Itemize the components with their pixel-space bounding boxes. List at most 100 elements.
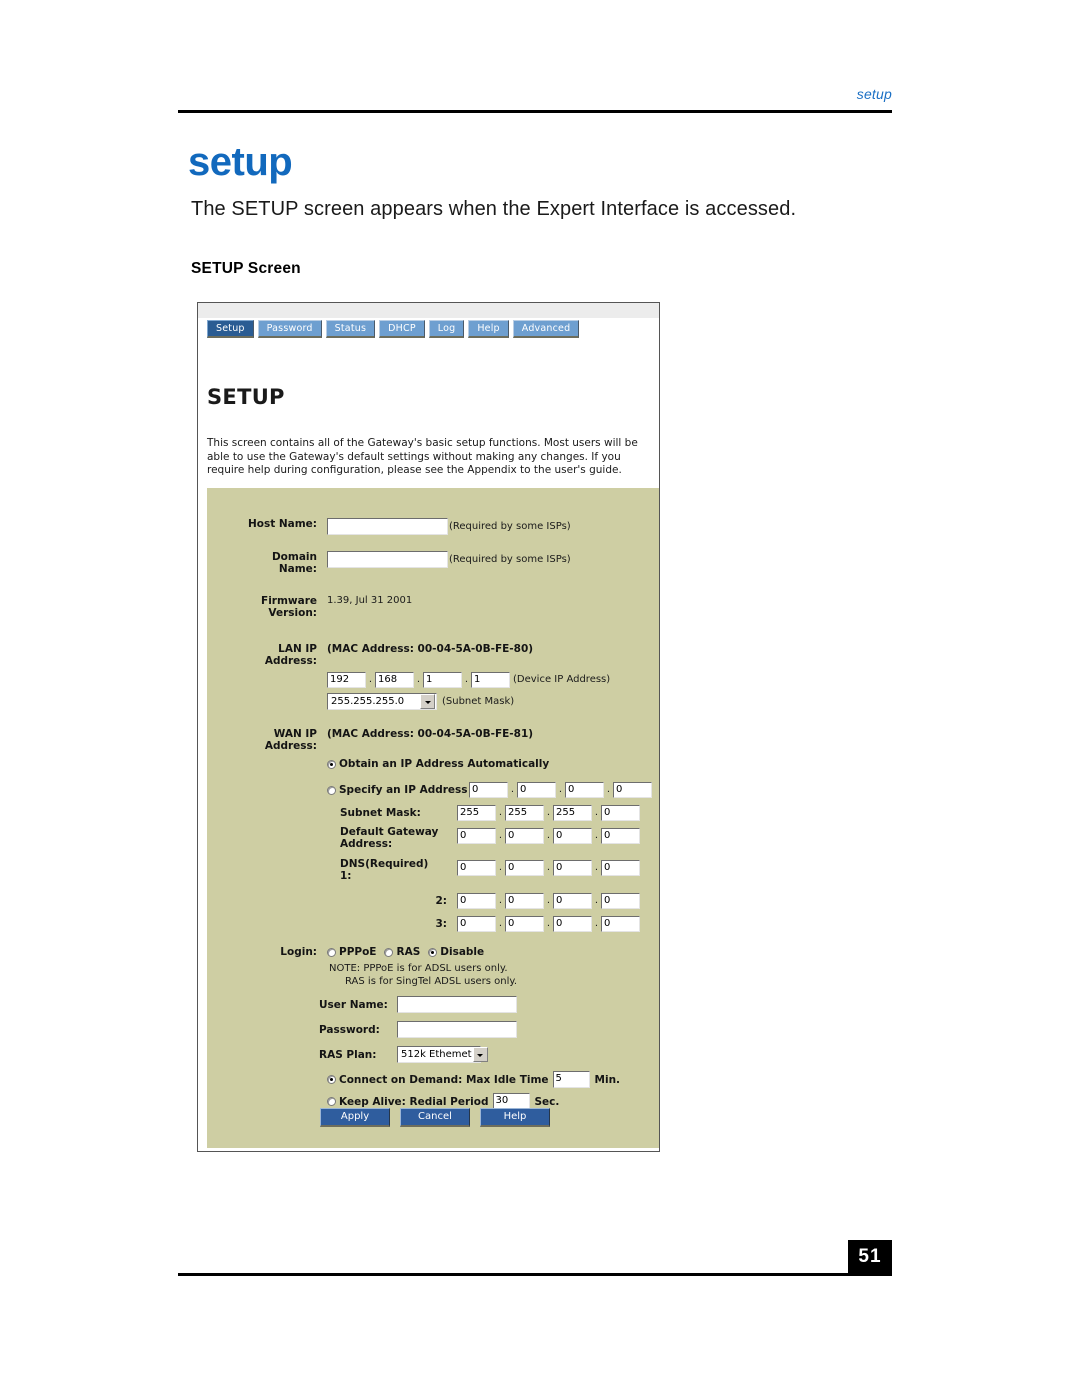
wan-subnet-dot-2: .	[546, 807, 551, 818]
tab-status[interactable]: Status	[325, 320, 376, 338]
login-option-pppoe[interactable]: PPPoE	[327, 946, 376, 958]
lan-ip-dot-3: .	[464, 674, 469, 685]
tab-log[interactable]: Log	[428, 320, 465, 338]
dns2-octet-4[interactable]: 0	[601, 893, 640, 909]
tab-setup[interactable]: Setup	[207, 320, 254, 338]
lan-subnet-mask-select[interactable]: 255.255.255.0	[327, 693, 437, 710]
password-label: Password:	[319, 1023, 380, 1036]
tab-password[interactable]: Password	[257, 320, 322, 338]
login-pppoe-label: PPPoE	[339, 946, 377, 958]
dns3-octet-4[interactable]: 0	[601, 916, 640, 932]
dns2-octet-3[interactable]: 0	[553, 893, 592, 909]
cancel-button[interactable]: Cancel	[400, 1108, 470, 1127]
lan-ip-dot-1: .	[368, 674, 373, 685]
wan-subnet-octet-3[interactable]: 255	[553, 805, 592, 821]
screen-title: SETUP	[207, 385, 285, 409]
dns-3-row: 3: 0 . 0 . 0 . 0	[340, 914, 640, 934]
wan-ip-octet-4[interactable]: 0	[613, 782, 652, 798]
password-row: Password:	[319, 1021, 517, 1038]
help-button[interactable]: Help	[480, 1108, 550, 1127]
running-head: setup	[856, 86, 892, 102]
tab-dhcp[interactable]: DHCP	[379, 320, 425, 338]
gateway-octet-4[interactable]: 0	[601, 828, 640, 844]
tab-help[interactable]: Help	[468, 320, 509, 338]
gateway-dot-2: .	[546, 830, 551, 841]
wan-subnet-octet-4[interactable]: 0	[601, 805, 640, 821]
lan-ip-mac-address: (MAC Address: 00-04-5A-0B-FE-80)	[327, 643, 534, 655]
radio-ras[interactable]	[384, 947, 394, 957]
domain-name-hint: (Required by some ISPs)	[449, 554, 571, 565]
gateway-octet-3[interactable]: 0	[553, 828, 592, 844]
lan-ip-row: LAN IP Address: (MAC Address: 00-04-5A-0…	[207, 643, 659, 710]
login-option-disable[interactable]: Disable	[428, 946, 484, 958]
wan-ip-octet-2[interactable]: 0	[517, 782, 556, 798]
gateway-octet-1[interactable]: 0	[457, 828, 496, 844]
radio-obtain-ip-auto[interactable]	[327, 759, 336, 769]
chevron-down-icon[interactable]	[472, 1047, 488, 1062]
dns1-octet-3[interactable]: 0	[553, 860, 592, 876]
wan-ip-octet-3[interactable]: 0	[565, 782, 604, 798]
header-rule	[178, 110, 892, 113]
gateway-dot-1: .	[498, 830, 503, 841]
radio-specify-ip[interactable]	[327, 785, 336, 795]
tab-advanced[interactable]: Advanced	[512, 320, 580, 338]
specify-ip-option[interactable]: Specify an IP Address 0 . 0 . 0 . 0	[327, 780, 652, 800]
radio-connect-on-demand[interactable]	[327, 1075, 336, 1084]
domain-name-row: Domain Name: (Required by some ISPs)	[207, 551, 659, 575]
dns1-octet-4[interactable]: 0	[601, 860, 640, 876]
lan-ip-label: LAN IP Address:	[264, 643, 317, 667]
apply-button[interactable]: Apply	[320, 1108, 390, 1127]
dns-2-label: 2:	[435, 895, 447, 907]
default-gateway-label: Default Gateway Address:	[340, 826, 439, 850]
user-name-input[interactable]	[397, 996, 517, 1013]
dns3-dot-3: .	[594, 918, 599, 929]
firmware-version-value: 1.39, Jul 31 2001	[327, 595, 413, 606]
login-option-ras[interactable]: RAS	[384, 946, 420, 958]
firmware-version-row: Firmware Version: 1.39, Jul 31 2001	[207, 595, 659, 619]
lan-ip-octet-4[interactable]: 1	[471, 672, 510, 688]
wan-subnet-dot-1: .	[498, 807, 503, 818]
dns-2-row: 2: 0 . 0 . 0 . 0	[340, 891, 640, 911]
dns2-octet-1[interactable]: 0	[457, 893, 496, 909]
lan-ip-octet-3[interactable]: 1	[423, 672, 462, 688]
radio-disable[interactable]	[428, 947, 438, 957]
domain-name-label: Domain Name:	[271, 551, 317, 575]
intro-paragraph: The SETUP screen appears when the Expert…	[191, 198, 797, 220]
wan-subnet-octet-1[interactable]: 255	[457, 805, 496, 821]
connect-on-demand-row[interactable]: Connect on Demand: Max Idle Time 5 Min.	[327, 1071, 620, 1088]
dns1-octet-1[interactable]: 0	[457, 860, 496, 876]
ras-plan-select[interactable]: 512k Ethemet	[397, 1046, 488, 1063]
wan-ip-dot-2: .	[558, 784, 563, 795]
dns3-octet-1[interactable]: 0	[457, 916, 496, 932]
login-note-line-2: RAS is for SingTel ADSL users only.	[345, 976, 518, 987]
host-name-row: Host Name: (Required by some ISPs)	[207, 518, 659, 535]
password-input[interactable]	[397, 1021, 517, 1038]
host-name-label: Host Name:	[247, 518, 317, 530]
dns3-octet-3[interactable]: 0	[553, 916, 592, 932]
ras-plan-value: 512k Ethemet	[401, 1049, 472, 1060]
footer-rule	[178, 1273, 892, 1276]
dns3-dot-2: .	[546, 918, 551, 929]
wan-subnet-octet-2[interactable]: 255	[505, 805, 544, 821]
section-heading: SETUP Screen	[191, 260, 301, 277]
wan-ip-octet-1[interactable]: 0	[469, 782, 508, 798]
dns1-octet-2[interactable]: 0	[505, 860, 544, 876]
lan-ip-octet-2[interactable]: 168	[375, 672, 414, 688]
host-name-input[interactable]	[327, 518, 448, 535]
lan-ip-octet-1[interactable]: 192	[327, 672, 366, 688]
radio-pppoe[interactable]	[327, 947, 336, 957]
settings-panel: Host Name: (Required by some ISPs) Domai…	[207, 488, 659, 1148]
obtain-ip-auto-option[interactable]: Obtain an IP Address Automatically	[327, 758, 549, 770]
dns3-octet-2[interactable]: 0	[505, 916, 544, 932]
max-idle-time-unit: Min.	[594, 1073, 621, 1086]
user-name-row: User Name:	[319, 996, 517, 1013]
ras-plan-row: RAS Plan: 512k Ethemet	[319, 1046, 488, 1063]
domain-name-input[interactable]	[327, 551, 448, 568]
lan-subnet-mask-hint: (Subnet Mask)	[442, 695, 515, 707]
radio-keep-alive[interactable]	[327, 1097, 336, 1106]
max-idle-time-input[interactable]: 5	[552, 1071, 590, 1088]
dns2-octet-2[interactable]: 0	[505, 893, 544, 909]
dns2-dot-2: .	[546, 895, 551, 906]
gateway-octet-2[interactable]: 0	[505, 828, 544, 844]
chevron-down-icon[interactable]	[420, 694, 435, 709]
